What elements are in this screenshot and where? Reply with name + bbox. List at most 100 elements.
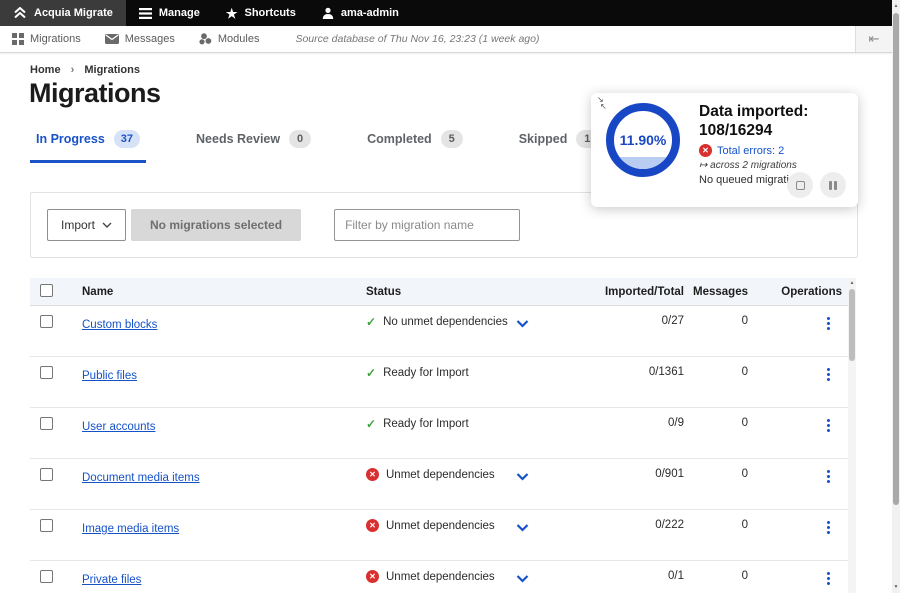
messages-count: 0	[684, 570, 748, 582]
migration-link[interactable]: Private files	[82, 574, 141, 586]
row-checkbox[interactable]	[40, 519, 53, 532]
kebab-menu-icon[interactable]	[823, 468, 834, 485]
kebab-menu-icon[interactable]	[823, 366, 834, 383]
migration-link[interactable]: Document media items	[82, 472, 200, 484]
messages-count: 0	[684, 468, 748, 480]
stop-button[interactable]	[787, 172, 813, 198]
row-checkbox[interactable]	[40, 315, 53, 328]
tab-count-badge: 37	[114, 130, 140, 148]
header-messages: Messages	[684, 286, 748, 298]
pause-button[interactable]	[820, 172, 846, 198]
toolbar-item-modules[interactable]: Modules	[187, 26, 272, 52]
migration-link[interactable]: User accounts	[82, 421, 156, 433]
table-scrollbar[interactable]: ▲	[848, 278, 856, 593]
messages-count: 0	[684, 366, 748, 378]
topbar-item-manage[interactable]: Manage	[126, 0, 213, 26]
tab-label: Skipped	[519, 132, 568, 146]
tab-needs-review[interactable]: Needs Review 0	[190, 126, 317, 163]
topbar-manage-label: Manage	[159, 7, 200, 19]
breadcrumb-home-link[interactable]: Home	[30, 64, 61, 76]
status-cell: ✓ ✕ Unmet dependencies	[366, 468, 516, 481]
hamburger-icon	[139, 8, 152, 19]
migration-link[interactable]: Public files	[82, 370, 137, 382]
stop-icon	[796, 181, 805, 190]
toolbar-item-migrations[interactable]: Migrations	[0, 26, 93, 52]
data-imported-heading: Data imported:	[699, 102, 851, 121]
status-text: Ready for Import	[383, 367, 469, 379]
progress-ring: 11.90%	[606, 103, 680, 177]
topbar-user-label: ama-admin	[341, 7, 399, 19]
across-arrow-icon: ↦	[699, 160, 707, 171]
table-scrollbar-thumb[interactable]	[849, 289, 855, 361]
migration-link[interactable]: Custom blocks	[82, 319, 157, 331]
page-scroll-down-icon[interactable]: ▼	[892, 582, 900, 592]
chevron-down-icon	[102, 222, 112, 228]
import-dropdown-button[interactable]: Import	[47, 209, 126, 241]
kebab-menu-icon[interactable]	[823, 519, 834, 536]
status-error-icon: ✕	[366, 519, 379, 532]
user-icon	[322, 7, 334, 19]
migration-link[interactable]: Image media items	[82, 523, 179, 535]
table-row: User accounts ✓ ✕ Ready for Import 0/9 0	[30, 408, 848, 459]
import-button-label: Import	[61, 218, 95, 232]
migration-filter-input[interactable]	[334, 209, 520, 241]
kebab-menu-icon[interactable]	[823, 417, 834, 434]
topbar-item-user[interactable]: ama-admin	[309, 0, 412, 26]
table-scroll-up-icon[interactable]: ▲	[848, 278, 856, 288]
errors-icon: ✕	[699, 144, 712, 157]
page-scrollbar-thumb[interactable]	[893, 13, 899, 505]
row-checkbox[interactable]	[40, 417, 53, 430]
source-database-note: Source database of Thu Nov 16, 23:23 (1 …	[295, 33, 539, 45]
status-error-icon: ✕	[366, 468, 379, 481]
chevron-down-icon[interactable]	[516, 519, 529, 537]
topbar-item-shortcuts[interactable]: ★ Shortcuts	[213, 0, 309, 26]
status-cell: ✓ ✕ Ready for Import	[366, 417, 516, 431]
table-row: Document media items ✓ ✕ Unmet dependenc…	[30, 459, 848, 510]
tab-in-progress[interactable]: In Progress 37	[30, 126, 146, 163]
collapse-to-bar-icon: ⇤	[869, 31, 880, 47]
table-row: Image media items ✓ ✕ Unmet dependencies…	[30, 510, 848, 561]
table-body: Custom blocks ✓ ✕ No unmet dependencies …	[30, 306, 848, 593]
tab-label: In Progress	[36, 132, 105, 146]
header-status: Status	[366, 286, 516, 298]
topbar-item-acquia-migrate[interactable]: Acquia Migrate	[0, 0, 126, 26]
star-icon: ★	[226, 7, 238, 20]
status-check-icon: ✓	[366, 417, 376, 431]
grid-icon	[12, 33, 24, 45]
collapse-card-icon[interactable]: ↘ ↖	[597, 96, 613, 114]
row-checkbox[interactable]	[40, 468, 53, 481]
breadcrumb-separator-icon: ›	[71, 64, 75, 76]
pause-icon	[829, 181, 837, 190]
imported-total-value: 0/27	[554, 315, 684, 327]
page-scroll-up-icon[interactable]: ▲	[892, 1, 900, 11]
secondary-toolbar: Migrations Messages Modules Source datab…	[0, 26, 892, 53]
status-check-icon: ✓	[366, 315, 376, 329]
toolbar-item-messages[interactable]: Messages	[93, 26, 187, 52]
toolbar-modules-label: Modules	[218, 33, 260, 45]
progress-percent: 11.90%	[614, 111, 672, 169]
imported-total-value: 0/1361	[554, 366, 684, 378]
chevron-down-icon[interactable]	[516, 468, 529, 486]
table-row: Private files ✓ ✕ Unmet dependencies 0/1…	[30, 561, 848, 593]
tray-collapse-button[interactable]: ⇤	[855, 26, 892, 52]
select-all-checkbox[interactable]	[40, 284, 53, 297]
status-text: Unmet dependencies	[386, 571, 495, 583]
kebab-menu-icon[interactable]	[823, 315, 834, 332]
tab-completed[interactable]: Completed 5	[361, 126, 469, 163]
chevron-down-icon[interactable]	[516, 315, 529, 333]
tab-label: Completed	[367, 132, 432, 146]
row-checkbox[interactable]	[40, 366, 53, 379]
page-scrollbar[interactable]: ▲ ▼	[892, 0, 900, 593]
imported-total-value: 0/9	[554, 417, 684, 429]
breadcrumb: Home › Migrations	[30, 64, 140, 76]
row-checkbox[interactable]	[40, 570, 53, 583]
table-row: Custom blocks ✓ ✕ No unmet dependencies …	[30, 306, 848, 357]
across-migrations-note: ↦ across 2 migrations	[699, 160, 851, 171]
import-progress-card: ↘ ↖ 11.90% Data imported: 108/16294 ✕ To…	[591, 93, 858, 207]
header-imported-total: Imported/Total	[554, 286, 684, 298]
status-check-icon: ✓	[366, 366, 376, 380]
total-errors-link[interactable]: Total errors: 2	[717, 145, 784, 157]
no-migrations-selected-button: No migrations selected	[131, 209, 301, 241]
kebab-menu-icon[interactable]	[823, 570, 834, 587]
chevron-down-icon[interactable]	[516, 570, 529, 588]
